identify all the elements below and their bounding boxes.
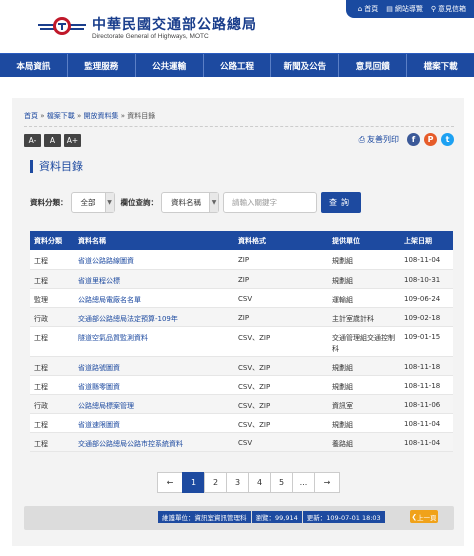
printer-icon: ⎙	[358, 134, 365, 144]
dataset-link[interactable]: 公路總局標案管理	[74, 394, 234, 414]
nav-item-feedback[interactable]: 意見回饋	[339, 54, 408, 77]
dataset-link[interactable]: 省道公路路線圖資	[74, 250, 234, 270]
breadcrumb-downloads[interactable]: 檔案下載	[47, 112, 75, 120]
col-provider: 提供單位	[328, 231, 400, 250]
breadcrumb: 首頁 » 檔案下載 » 開放資料集 » 資料目錄	[24, 112, 156, 120]
views-badge: 瀏覽：99,914	[251, 511, 302, 523]
table-row: 行政 公路總局標案管理 CSV、ZIP 資訊室 108-11-06	[30, 394, 453, 414]
site-header: 中華民國交通部公路總局 Directorate General of Highw…	[0, 0, 474, 52]
twitter-icon[interactable]: t	[441, 133, 454, 146]
sitemap-icon: ▤	[386, 5, 393, 13]
divider	[24, 126, 454, 127]
feedback-link[interactable]: ⚲ 意見信箱	[431, 4, 466, 14]
breadcrumb-home[interactable]: 首頁	[24, 112, 38, 120]
field-label: 欄位查詢：	[120, 197, 159, 207]
table-row: 工程 省道里程公標 ZIP 規劃組 108-10-31	[30, 269, 453, 289]
page-4-button[interactable]: 4	[248, 472, 271, 493]
search-form: 資料分類： 全部 ▼ 欄位查詢： 資料名稱 ▼ 請輸入關鍵字 查詢	[30, 191, 361, 213]
col-date: 上架日期	[400, 231, 453, 250]
site-title[interactable]: 中華民國交通部公路總局	[92, 14, 257, 34]
content-panel: 首頁 » 檔案下載 » 開放資料集 » 資料目錄 A- A A+ ⎙ 友善列印 f…	[12, 98, 464, 546]
font-medium-button[interactable]: A	[44, 134, 61, 147]
pagination: ← 1 2 3 4 5 ... →	[157, 472, 340, 493]
font-small-button[interactable]: A-	[24, 134, 41, 147]
page-5-button[interactable]: 5	[270, 472, 293, 493]
dataset-link[interactable]: 公路總局電廠名名單	[74, 288, 234, 308]
page-2-button[interactable]: 2	[204, 472, 227, 493]
dataset-link[interactable]: 交通部公路總局公路市控系統資料	[74, 432, 234, 452]
home-icon: ⌂	[357, 5, 363, 13]
nav-item-supervision[interactable]: 監理服務	[68, 54, 136, 77]
facebook-icon[interactable]: f	[407, 133, 420, 146]
chevron-down-icon: ▼	[209, 192, 218, 212]
table-row: 行政 交通部公路總局法定預算-109年 ZIP 主計室歲計科 109-02-18	[30, 307, 453, 327]
page-1-button[interactable]: 1	[182, 472, 205, 493]
table-row: 工程 交通部公路總局公路市控系統資料 CSV 養路組 108-11-04	[30, 432, 453, 452]
table-header: 資料分類 資料名稱 資料格式 提供單位 上架日期	[30, 231, 453, 250]
category-label: 資料分類：	[30, 197, 68, 207]
data-table: 資料分類 資料名稱 資料格式 提供單位 上架日期 工程 省道公路路線圖資 ZIP…	[30, 231, 453, 452]
dataset-link[interactable]: 隧道空氣品質監測資料	[74, 326, 234, 357]
table-row: 工程 省道速限圖資 CSV、ZIP 規劃組 108-11-04	[30, 413, 453, 433]
breadcrumb-opendata[interactable]: 開放資料集	[83, 112, 118, 120]
col-format: 資料格式	[234, 231, 328, 250]
next-page-button[interactable]: →	[314, 472, 340, 493]
plurk-icon[interactable]: P	[424, 133, 437, 146]
nav-item-engineering[interactable]: 公路工程	[204, 54, 272, 77]
field-select[interactable]: 資料名稱 ▼	[161, 191, 219, 213]
table-row: 工程 省道縣零圖資 CSV、ZIP 規劃組 108-11-18	[30, 375, 453, 395]
print-button[interactable]: ⎙ 友善列印	[359, 134, 399, 145]
share-tools: ⎙ 友善列印 f P t	[359, 133, 454, 146]
table-row: 工程 省道公路路線圖資 ZIP 規劃組 108-11-04	[30, 250, 453, 270]
search-icon: ⚲	[430, 5, 436, 13]
sitemap-link[interactable]: ▤ 網站導覽	[386, 4, 423, 14]
dataset-link[interactable]: 省道縣零圖資	[74, 375, 234, 395]
prev-page-button[interactable]: ←	[157, 472, 183, 493]
col-name: 資料名稱	[74, 231, 234, 250]
nav-item-transport[interactable]: 公共運輸	[136, 54, 204, 77]
dataset-link[interactable]: 省道路號圖資	[74, 356, 234, 376]
page-title: 資料目錄	[30, 160, 83, 173]
search-button[interactable]: 查詢	[321, 191, 361, 213]
page-info: 維護單位：資訊室資訊管理科 瀏覽：99,914 更新：109-07-01 18:…	[158, 511, 386, 523]
chevron-down-icon: ▼	[104, 192, 114, 212]
font-size-controls: A- A A+	[24, 134, 81, 147]
back-button[interactable]: ❮ 上一頁	[410, 510, 438, 523]
keyword-input[interactable]: 請輸入關鍵字	[223, 191, 317, 213]
main-nav: 本局資訊 監理服務 公共運輸 公路工程 新聞及公告 意見回饋 檔案下載	[0, 53, 474, 77]
page-bottom	[0, 548, 474, 556]
logo-icon[interactable]	[36, 14, 88, 38]
category-select[interactable]: 全部 ▼	[70, 191, 115, 213]
nav-item-news[interactable]: 新聞及公告	[271, 54, 340, 77]
table-row: 監理 公路總局電廠名名單 CSV 運輸組 109-06-24	[30, 288, 453, 308]
table-row: 工程 隧道空氣品質監測資料 CSV、ZIP 交通管理組交通控制科 109-01-…	[30, 326, 453, 357]
nav-item-downloads[interactable]: 檔案下載	[407, 54, 474, 77]
col-category: 資料分類	[30, 231, 74, 250]
dataset-link[interactable]: 交通部公路總局法定預算-109年	[74, 307, 234, 327]
table-row: 工程 省道路號圖資 CSV、ZIP 規劃組 108-11-18	[30, 356, 453, 376]
updated-badge: 更新：109-07-01 18:03	[302, 511, 385, 523]
nav-item-about[interactable]: 本局資訊	[0, 54, 68, 77]
page-3-button[interactable]: 3	[226, 472, 249, 493]
home-link[interactable]: ⌂ 首頁	[358, 4, 378, 14]
breadcrumb-current: 資料目錄	[127, 112, 156, 120]
maintainer-badge: 維護單位：資訊室資訊管理科	[158, 511, 251, 523]
page-ellipsis: ...	[292, 472, 315, 493]
utility-links: ⌂ 首頁 ▤ 網站導覽 ⚲ 意見信箱	[345, 0, 474, 18]
dataset-link[interactable]: 省道速限圖資	[74, 413, 234, 433]
site-subtitle: Directorate General of Highways, MOTC	[92, 33, 209, 40]
dataset-link[interactable]: 省道里程公標	[74, 269, 234, 289]
font-large-button[interactable]: A+	[64, 134, 81, 147]
